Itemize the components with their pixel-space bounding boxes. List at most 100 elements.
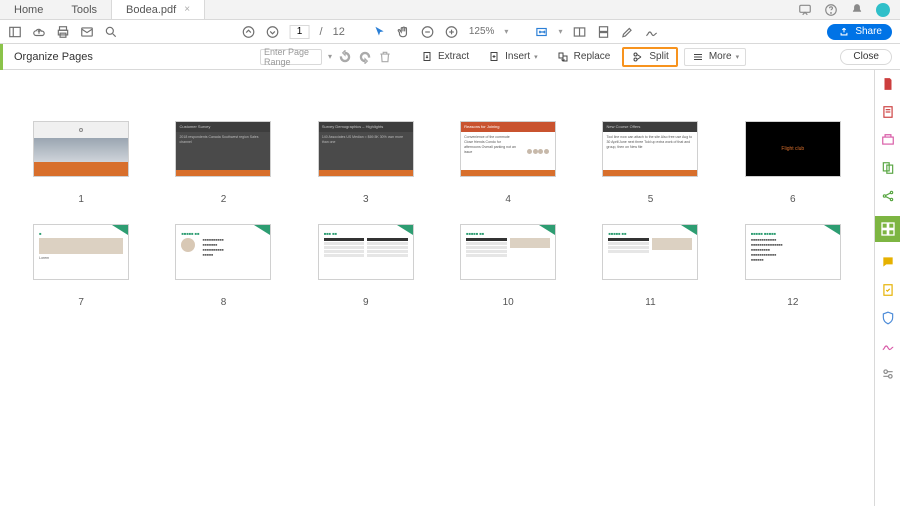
page-thumb[interactable]: ■■■ ■■ 9 <box>313 225 419 308</box>
page-number: 3 <box>363 194 369 205</box>
insert-label: Insert <box>505 51 530 62</box>
replace-button[interactable]: Replace <box>550 48 617 66</box>
combine-icon[interactable] <box>880 160 896 176</box>
export-pdf-icon[interactable] <box>880 132 896 148</box>
fit-caret-icon[interactable]: ▾ <box>558 27 562 36</box>
page-number: 11 <box>645 297 655 308</box>
range-caret-icon[interactable]: ▾ <box>328 52 332 61</box>
page-number: 4 <box>505 194 511 205</box>
mail-icon[interactable] <box>80 25 94 39</box>
thumbnail-workspace: 1 Customer Survey2018 respondents Canada… <box>0 70 874 506</box>
comment-icon[interactable] <box>880 254 896 270</box>
tab-strip: Home Tools Bodea.pdf × <box>0 0 900 20</box>
more-icon <box>691 50 705 64</box>
zoom-level[interactable]: 125% <box>469 26 495 37</box>
trash-icon[interactable] <box>378 50 392 64</box>
cloud-upload-icon[interactable] <box>32 25 46 39</box>
print-icon[interactable] <box>56 25 70 39</box>
avatar[interactable] <box>876 3 890 17</box>
panel-title: Organize Pages <box>14 51 93 63</box>
page-thumb[interactable]: Flight club 6 <box>740 122 846 205</box>
scroll-mode-icon[interactable] <box>596 25 610 39</box>
page-range-placeholder: Enter Page Range <box>264 47 321 67</box>
extract-button[interactable]: Extract <box>414 48 475 66</box>
page-sep: / <box>320 26 323 38</box>
page-number: 8 <box>221 297 227 308</box>
stamp-icon[interactable] <box>880 282 896 298</box>
close-label: Close <box>853 51 879 62</box>
page-total: 12 <box>333 26 345 38</box>
pointer-icon[interactable] <box>373 25 387 39</box>
highlight-tool-icon[interactable] <box>620 25 634 39</box>
more-button[interactable]: More ▾ <box>684 48 746 66</box>
page-thumb[interactable]: New Course Offers Tool line now can atta… <box>597 122 703 205</box>
tab-document[interactable]: Bodea.pdf × <box>111 0 205 19</box>
page-number: 12 <box>787 297 798 308</box>
page-number-input[interactable] <box>290 25 310 39</box>
page-thumb[interactable]: ■■■■■ ■■ 10 <box>455 225 561 308</box>
search-icon[interactable] <box>104 25 118 39</box>
slide-heading: New Course Offers <box>603 122 697 132</box>
slide-heading: Survey Demographics – Highlights <box>319 122 413 132</box>
hand-icon[interactable] <box>397 25 411 39</box>
share-button[interactable]: Share <box>827 24 892 40</box>
page-thumb[interactable]: Customer Survey2018 respondents Canada S… <box>170 122 276 205</box>
page-range-input[interactable]: Enter Page Range <box>260 49 322 65</box>
more-tools-icon[interactable] <box>880 366 896 382</box>
rotate-ccw-icon[interactable] <box>338 50 352 64</box>
main-toolbar: / 12 125% ▾ ▾ Share <box>0 20 900 44</box>
page-thumb[interactable]: Reasons for Joining Convenience of the c… <box>455 122 561 205</box>
close-panel-button[interactable]: Close <box>840 49 892 65</box>
more-label: More <box>709 51 732 62</box>
page-thumb[interactable]: ■Lorem 7 <box>28 225 134 308</box>
split-label: Split <box>649 51 668 62</box>
help-icon[interactable] <box>824 3 838 17</box>
zoom-out-icon[interactable] <box>421 25 435 39</box>
extract-icon <box>420 50 434 64</box>
page-number: 2 <box>221 194 227 205</box>
page-up-icon[interactable] <box>242 25 256 39</box>
organize-pages-icon[interactable] <box>875 216 900 242</box>
sign-tool-icon[interactable] <box>644 25 658 39</box>
chat-icon[interactable] <box>798 3 812 17</box>
page-down-icon[interactable] <box>266 25 280 39</box>
edit-pdf-icon[interactable] <box>880 104 896 120</box>
bell-icon[interactable] <box>850 3 864 17</box>
share-label: Share <box>855 26 882 37</box>
split-icon <box>631 50 645 64</box>
share-tool-icon[interactable] <box>880 188 896 204</box>
page-number: 7 <box>78 297 84 308</box>
replace-label: Replace <box>574 51 611 62</box>
split-button[interactable]: Split <box>622 47 677 67</box>
zoom-in-icon[interactable] <box>445 25 459 39</box>
page-thumb[interactable]: 1 <box>28 122 134 205</box>
protect-icon[interactable] <box>880 310 896 326</box>
document-title: Bodea.pdf <box>126 4 176 16</box>
tab-home[interactable]: Home <box>0 0 57 19</box>
rotate-cw-icon[interactable] <box>358 50 372 64</box>
slide-heading: Flight club <box>781 146 804 152</box>
insert-icon <box>487 50 501 64</box>
fit-width-icon[interactable] <box>534 25 548 39</box>
tools-rail <box>874 70 900 506</box>
page-number: 10 <box>503 297 514 308</box>
page-thumb[interactable]: ■■■■■ ■■■■■■■■■■■■■■■■■■■■■■■■■■■■■■■■■■… <box>740 225 846 308</box>
page-thumb[interactable]: Survey Demographics – Highlights140 Asso… <box>313 122 419 205</box>
create-pdf-icon[interactable] <box>880 76 896 92</box>
close-tab-icon[interactable]: × <box>184 4 190 15</box>
page-thumb[interactable]: ■■■■■ ■■■■■■■■■■■■■■■■■■■■■■■■■■■■■■■■■■… <box>170 225 276 308</box>
insert-button[interactable]: Insert ▾ <box>481 48 544 66</box>
fill-sign-icon[interactable] <box>880 338 896 354</box>
slide-heading: Customer Survey <box>176 122 270 132</box>
replace-icon <box>556 50 570 64</box>
page-number: 6 <box>790 194 796 205</box>
read-mode-icon[interactable] <box>572 25 586 39</box>
accent-stripe <box>0 44 3 70</box>
zoom-caret-icon[interactable]: ▾ <box>504 27 508 36</box>
share-icon <box>837 25 851 39</box>
slide-body: Tool line now can attach to the site Als… <box>606 135 692 149</box>
page-thumb[interactable]: ■■■■■ ■■ 11 <box>597 225 703 308</box>
page-number: 1 <box>78 194 84 205</box>
tab-tools[interactable]: Tools <box>57 0 111 19</box>
sidebar-toggle-icon[interactable] <box>8 25 22 39</box>
